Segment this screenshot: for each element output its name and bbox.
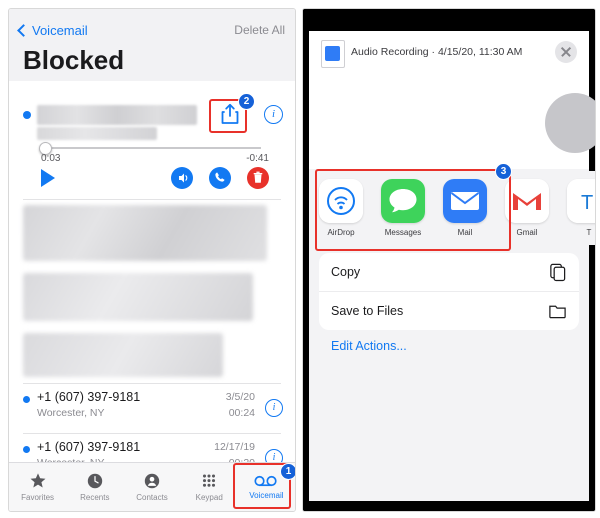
- redacted-voicemail-block: [23, 333, 223, 377]
- tab-recents[interactable]: Recents: [66, 463, 123, 511]
- right-phone-screen: Audio Recording · 4/15/20, 11:30 AM AirD…: [302, 8, 596, 512]
- caller-number: +1 (607) 397-9181: [37, 390, 141, 404]
- voicemail-date: 3/5/20: [225, 391, 255, 403]
- info-button[interactable]: i: [264, 105, 283, 124]
- close-icon[interactable]: [555, 41, 577, 63]
- delete-button[interactable]: [247, 167, 269, 189]
- redacted-caller-name: [37, 105, 197, 125]
- voicemail-list: 2 i 0:03 -0:41 +1 (607) 397-9181 Worcest…: [9, 81, 295, 484]
- redacted-voicemail-block: [23, 273, 253, 321]
- phone-bezel-bottom: [303, 501, 595, 511]
- contact-avatar: [545, 93, 595, 153]
- trash-icon: [253, 171, 263, 183]
- action-label: Save to Files: [331, 304, 404, 318]
- svg-text:T: T: [581, 192, 593, 214]
- audio-waveform-glyph: [325, 46, 340, 61]
- caller-number: +1 (607) 397-9181: [37, 440, 141, 454]
- tab-contacts[interactable]: Contacts: [123, 463, 180, 511]
- voicemail-date: 12/17/19: [214, 441, 255, 453]
- voicemail-duration: 00:24: [228, 407, 255, 419]
- info-button[interactable]: i: [265, 399, 283, 417]
- divider: [23, 383, 281, 384]
- tab-label: Recents: [80, 493, 110, 502]
- share-actions-menu: Copy Save to Files: [319, 253, 579, 330]
- tab-label: Contacts: [136, 493, 168, 502]
- share-sheet: Audio Recording · 4/15/20, 11:30 AM AirD…: [309, 31, 595, 501]
- page-title: Blocked: [23, 45, 125, 75]
- left-phone-screen: Voicemail Delete All Blocked 2 i 0:03 -0…: [8, 8, 296, 512]
- back-button[interactable]: Voicemail: [17, 23, 88, 38]
- chevron-left-icon: [17, 24, 30, 37]
- screenshot-root: Voicemail Delete All Blocked 2 i 0:03 -0…: [0, 0, 600, 518]
- playback-scrubber[interactable]: [41, 147, 261, 149]
- share-icon[interactable]: [220, 103, 240, 125]
- step-badge-3: 3: [495, 163, 512, 180]
- redacted-caller-location: [37, 127, 157, 140]
- audio-file-icon: [321, 40, 345, 68]
- share-target-label: T: [586, 228, 592, 237]
- delete-all-button[interactable]: Delete All: [234, 23, 285, 37]
- selected-voicemail-row[interactable]: 2 i 0:03 -0:41: [9, 91, 295, 199]
- share-target-more[interactable]: T T: [567, 179, 595, 237]
- action-label: Copy: [331, 265, 361, 279]
- share-preview-area: [309, 75, 595, 169]
- keypad-icon: [203, 474, 216, 487]
- divider: [23, 433, 281, 434]
- star-icon: [30, 473, 46, 488]
- step-badge-1: 1: [280, 463, 295, 480]
- app-icon: T: [567, 179, 595, 223]
- share-target-label: Gmail: [516, 228, 538, 237]
- edit-actions-button[interactable]: Edit Actions...: [331, 339, 407, 353]
- step-badge-2: 2: [238, 93, 255, 110]
- voicemail-header: Voicemail Delete All Blocked: [9, 9, 295, 81]
- play-button[interactable]: [41, 169, 55, 187]
- tab-label: Favorites: [21, 493, 55, 502]
- unread-dot-icon: [23, 111, 31, 119]
- tab-favorites[interactable]: Favorites: [9, 463, 66, 511]
- tab-voicemail[interactable]: Voicemail 1: [233, 463, 295, 511]
- person-icon: [144, 473, 160, 489]
- tab-label: Keypad: [195, 493, 223, 502]
- unread-dot-icon: [23, 446, 30, 453]
- action-save-to-files[interactable]: Save to Files: [319, 292, 579, 330]
- phone-bezel-top: [303, 9, 595, 31]
- copy-icon: [550, 263, 566, 282]
- caller-location: Worcester, NY: [37, 407, 105, 419]
- tab-bar: Favorites Recents Contacts Keypad Voicem…: [9, 462, 295, 511]
- remaining-time: -0:41: [246, 153, 269, 164]
- speaker-icon: [179, 173, 188, 183]
- share-target-gmail[interactable]: Gmail: [505, 179, 549, 237]
- back-button-label: Voicemail: [32, 23, 88, 38]
- speaker-button[interactable]: [171, 167, 193, 189]
- list-item[interactable]: +1 (607) 397-9181 Worcester, NY 3/5/20 0…: [9, 387, 295, 433]
- share-sheet-title: Audio Recording · 4/15/20, 11:30 AM: [351, 46, 523, 58]
- action-copy[interactable]: Copy: [319, 253, 579, 292]
- call-back-button[interactable]: [209, 167, 231, 189]
- unread-dot-icon: [23, 396, 30, 403]
- apps-row-highlight: [315, 169, 511, 251]
- clock-icon: [87, 473, 102, 489]
- phone-icon: [215, 172, 225, 182]
- divider: [23, 199, 281, 200]
- phone-bezel-right: [589, 9, 595, 511]
- gmail-icon: [505, 179, 549, 223]
- tab-keypad[interactable]: Keypad: [181, 463, 238, 511]
- redacted-voicemail-block: [23, 205, 267, 261]
- folder-icon: [549, 305, 566, 319]
- elapsed-time: 0:03: [41, 153, 61, 164]
- share-sheet-header: Audio Recording · 4/15/20, 11:30 AM: [309, 31, 589, 75]
